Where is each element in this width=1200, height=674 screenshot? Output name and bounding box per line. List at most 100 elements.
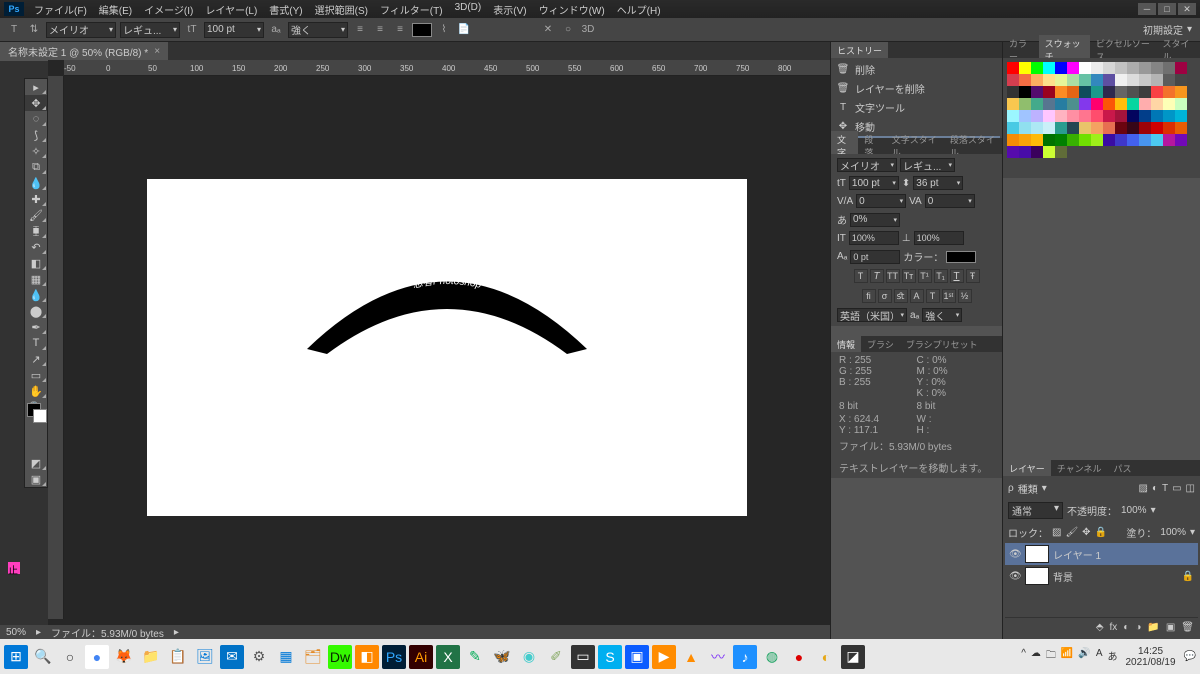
swatch[interactable] [1163,98,1175,110]
adj-icon[interactable]: ◑ [1135,622,1141,633]
align-right-icon[interactable]: ≡ [392,22,408,38]
swatch[interactable] [1019,134,1031,146]
swatch[interactable] [1055,146,1067,158]
swatch[interactable] [1151,134,1163,146]
menu-item[interactable]: 書式(Y) [263,0,308,19]
swatch[interactable] [1079,62,1091,74]
taskbar-app-icon[interactable]: ▶ [652,645,676,669]
layer-row[interactable]: 👁レイヤー 1 [1005,543,1198,565]
swatch[interactable] [1055,134,1067,146]
taskbar-app-icon[interactable]: ◐ [814,645,838,669]
char-color-swatch[interactable] [946,251,976,263]
taskbar-app-icon[interactable]: ● [85,645,109,669]
italic-button[interactable]: T [870,269,884,283]
group-icon[interactable]: 📁 [1147,622,1159,633]
swatch[interactable] [1127,62,1139,74]
swatch[interactable] [1019,98,1031,110]
char-size-select[interactable]: 100 pt [849,176,899,190]
tray-icon[interactable]: 📶 [1061,648,1073,665]
swatch[interactable] [1031,74,1043,86]
shape-tool[interactable]: ▭ [25,367,47,383]
swatch[interactable] [1115,122,1127,134]
superscript-button[interactable]: T¹ [918,269,932,283]
swatch[interactable] [1019,74,1031,86]
swatch[interactable] [1139,110,1151,122]
swatch[interactable] [1067,74,1079,86]
swatch[interactable] [1091,134,1103,146]
hand-tool[interactable]: ✋ [25,383,47,399]
swatch[interactable] [1091,110,1103,122]
smallcaps-button[interactable]: Tᴛ [902,269,916,283]
swatch[interactable] [1163,74,1175,86]
taskbar-app-icon[interactable]: 📋 [166,645,190,669]
swatch[interactable] [1139,86,1151,98]
lang-select[interactable]: 英語（米国） [837,308,907,322]
swatch[interactable] [1067,110,1079,122]
swatch[interactable] [1115,74,1127,86]
swatch[interactable] [1019,86,1031,98]
swatch[interactable] [1115,134,1127,146]
notification-icon[interactable]: 💬 [1184,651,1196,662]
swatch[interactable] [1127,134,1139,146]
swatch[interactable] [1175,86,1187,98]
swatch[interactable] [1103,98,1115,110]
aa-select[interactable]: 強く [288,22,348,38]
gradient-tool[interactable]: ▦ [25,271,47,287]
swatch[interactable] [1055,86,1067,98]
bold-button[interactable]: T [854,269,868,283]
panel-tab[interactable]: 情報 [831,336,861,353]
ot-fi[interactable]: fi [862,289,876,303]
swatch[interactable] [1127,122,1139,134]
swatch[interactable] [1031,146,1043,158]
crop-tool[interactable]: ⧉ [25,159,47,175]
swatch[interactable] [1163,62,1175,74]
taskbar-app-icon[interactable]: 🖼 [193,645,217,669]
history-item[interactable]: 🗑レイヤーを削除 [833,79,1000,98]
swatch[interactable] [1067,134,1079,146]
swatch[interactable] [1091,86,1103,98]
visibility-icon[interactable]: 👁 [1009,571,1021,582]
visibility-icon[interactable]: 👁 [1009,549,1021,560]
swatch[interactable] [1127,98,1139,110]
swatch[interactable] [1043,62,1055,74]
filter-shape-icon[interactable]: ▭ [1172,483,1181,494]
swatch[interactable] [1079,98,1091,110]
swatch[interactable] [1091,122,1103,134]
swatch[interactable] [1163,122,1175,134]
eyedropper-tool[interactable]: 💧 [25,175,47,191]
taskbar-app-icon[interactable]: ♪ [733,645,757,669]
taskbar-app-icon[interactable]: ▣ [625,645,649,669]
hscale-input[interactable] [914,231,964,245]
swatch[interactable] [1175,62,1187,74]
swatch[interactable] [1175,134,1187,146]
panel-tab[interactable]: チャンネル [1051,460,1108,477]
tray-icon[interactable]: ☁ [1031,648,1041,665]
canvas-area[interactable]: 忍者Photoshop [64,76,830,619]
background-color[interactable] [33,409,47,423]
swatch[interactable] [1079,86,1091,98]
swatch[interactable] [1151,98,1163,110]
subscript-button[interactable]: T₁ [934,269,948,283]
menu-item[interactable]: レイヤー(L) [199,0,263,19]
taskbar-app-icon[interactable]: ⚙ [247,645,271,669]
warped-text[interactable]: 忍者Photoshop [307,254,587,354]
menu-item[interactable]: ファイル(F) [28,0,93,19]
history-tab[interactable]: ヒストリー [831,42,888,59]
char-style-select[interactable]: レギュ... [900,158,955,172]
menu-item[interactable]: イメージ(I) [138,0,199,19]
3d-icon[interactable]: 3D [580,22,596,38]
swatch[interactable] [1127,110,1139,122]
swatch[interactable] [1043,110,1055,122]
swatch[interactable] [1127,86,1139,98]
swatch[interactable] [1139,98,1151,110]
swatch[interactable] [1043,122,1055,134]
menu-item[interactable]: フィルター(T) [374,0,449,19]
taskbar-app-icon[interactable]: 🦊 [112,645,136,669]
swatch[interactable] [1019,122,1031,134]
swatch[interactable] [1007,110,1019,122]
swatch[interactable] [1139,122,1151,134]
swatch[interactable] [1103,110,1115,122]
panel-tab[interactable]: パス [1107,460,1137,477]
swatch[interactable] [1007,122,1019,134]
char-font-select[interactable]: メイリオ [837,158,897,172]
